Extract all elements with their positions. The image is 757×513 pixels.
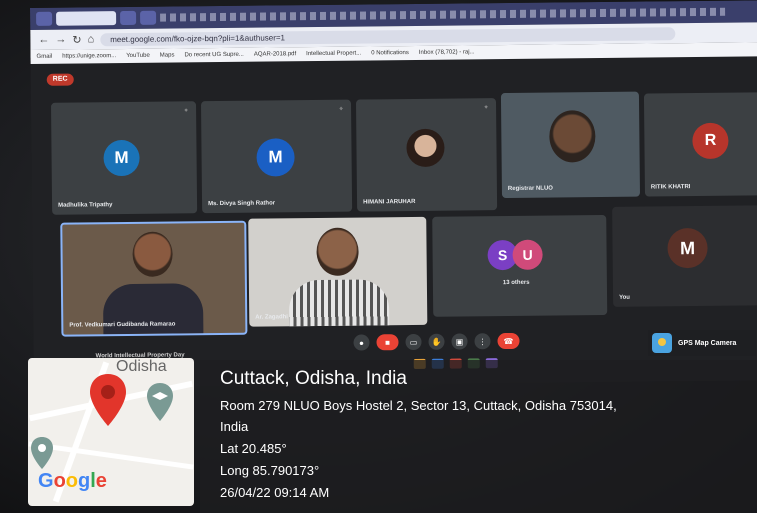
participant-tile[interactable]: M ⌖ Madhulika Tripathy [50,101,198,215]
bookmark-item[interactable]: Intellectual Propert... [306,51,361,58]
pin-icon[interactable]: ⌖ [339,106,343,114]
participant-tile-self[interactable]: M You [612,205,757,307]
back-icon[interactable]: ← [38,34,49,46]
gps-camera-logo-icon [652,333,672,353]
avatar: M [103,139,140,177]
call-controls: ● ■ ▭ ✋ ▣ ⋮ ☎ [353,332,520,351]
pin-icon[interactable]: ⌖ [484,104,488,112]
home-icon[interactable]: ⌂ [87,33,94,45]
more-options-icon[interactable]: ⋮ [474,333,491,350]
participant-tile-active-speaker[interactable]: Prof. Vedkumari Gudibanda Ramarao [60,220,248,337]
browser-tab[interactable] [140,10,157,25]
participant-name: Ar. Zagadhi [255,314,288,321]
forward-icon[interactable]: → [55,34,66,46]
participant-name: HIMANI JARUHAR [363,198,416,206]
location-longitude: Long 85.790173° [220,463,320,478]
google-logo: Google [38,470,107,492]
participant-video [316,227,359,277]
browser-tab-list[interactable] [160,7,726,22]
bookmark-item[interactable]: https://unige.zoom... [62,53,116,60]
browser-tab[interactable] [36,11,53,26]
browser-tab[interactable] [120,10,137,26]
bookmark-item[interactable]: AQAR-2018.pdf [254,51,296,57]
participant-body [288,279,390,327]
participant-name: Ms. Divya Singh Rathor [208,200,276,208]
participant-tile-others[interactable]: S U 13 others [432,214,608,317]
participant-tile[interactable]: R RITIK KHATRI [643,92,757,197]
location-address-line: India [220,419,249,434]
raise-hand-icon[interactable]: ✋ [428,333,445,350]
location-latitude: Lat 20.485° [220,441,287,456]
avatar: M [667,227,708,269]
participant-video [549,110,596,163]
bookmark-item[interactable]: Gmail [36,54,52,60]
recording-badge: REC [46,73,74,86]
location-map: Odisha Google [28,358,194,506]
participant-photo [406,128,445,168]
browser-tab-active[interactable] [56,11,117,26]
map-pin-icon [31,437,53,469]
avatar: R [692,122,729,160]
gps-camera-badge: GPS Map Camera [648,330,756,356]
pin-icon[interactable]: ⌖ [184,107,188,115]
location-pin-icon [90,374,126,426]
bookmark-item[interactable]: Do recent UG Supre... [184,52,243,59]
participant-name: RITIK KHATRI [650,184,691,191]
avatar: U [512,239,543,270]
present-icon[interactable]: ▣ [451,333,468,350]
end-call-icon[interactable]: ☎ [497,332,520,350]
captions-icon[interactable]: ▭ [405,333,422,351]
reload-icon[interactable]: ↻ [72,33,81,46]
bookmark-item[interactable]: 0 Notifications [371,50,409,56]
participant-name: Prof. Vedkumari Gudibanda Ramarao [69,321,176,329]
participant-name: Madhulika Tripathy [58,202,113,209]
participant-tile[interactable]: M ⌖ Ms. Divya Singh Rathor [200,99,353,214]
participant-video [132,231,173,277]
location-datetime: 26/04/22 09:14 AM [220,485,330,500]
bookmark-item[interactable]: YouTube [126,53,150,59]
bookmark-item[interactable]: Maps [160,52,175,58]
avatar: M [256,138,295,177]
address-bar[interactable]: meet.google.com/fko-ojze-bqn?pli=1&authu… [100,26,676,46]
mic-icon[interactable]: ● [353,334,370,351]
participant-tile[interactable]: ⌖ HIMANI JARUHAR [355,98,498,212]
photo-scene: ← → ↻ ⌂ meet.google.com/fko-ojze-bqn?pli… [0,0,757,513]
gps-camera-label: GPS Map Camera [678,339,737,347]
participant-name: You [619,294,630,301]
bookmark-item[interactable]: Inbox (78,702) - raj... [419,49,475,56]
participant-tile[interactable]: Ar. Zagadhi [248,216,428,327]
location-address-line: Room 279 NLUO Boys Hostel 2, Sector 13, … [220,398,617,413]
participant-name: Registrar NLUO [507,185,553,193]
participant-tile[interactable]: Registrar NLUO [500,91,641,199]
others-count: 13 others [502,279,530,287]
camera-off-icon[interactable]: ■ [376,334,399,351]
location-city: Cuttack, Odisha, India [220,368,407,389]
school-pin-icon [147,383,173,421]
